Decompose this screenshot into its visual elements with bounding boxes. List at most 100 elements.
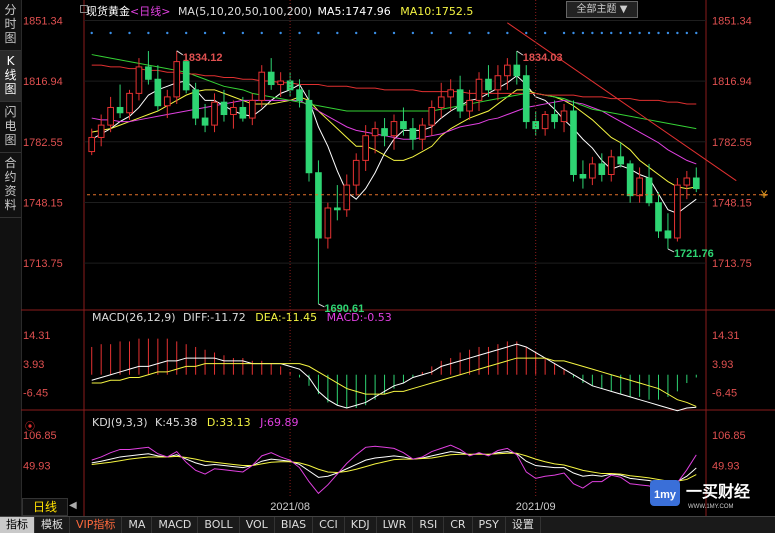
main-legend: 现货黄金<日线> MA(5,10,20,50,100,200) MA5:1747… bbox=[86, 3, 473, 19]
event-dot bbox=[184, 31, 188, 35]
price-tick-right-4: 1713.75 bbox=[712, 258, 752, 270]
bottom-tab-1[interactable]: 模板 bbox=[35, 517, 70, 533]
candle-body bbox=[475, 78, 483, 101]
kdj-tick-left-1: 49.93 bbox=[23, 461, 51, 473]
event-dot bbox=[543, 31, 547, 35]
ma-line-ma100 bbox=[91, 64, 697, 105]
candle-body bbox=[522, 75, 530, 123]
indicator-settings-icon[interactable]: ⦿ bbox=[25, 418, 35, 433]
candle-body bbox=[145, 66, 152, 80]
event-dot bbox=[572, 31, 575, 35]
candle-body bbox=[589, 163, 596, 179]
event-dot bbox=[638, 31, 641, 35]
theme-label: 全部主题 bbox=[576, 4, 617, 15]
candle-body bbox=[324, 207, 332, 239]
event-dot bbox=[147, 31, 150, 35]
kdj-label: KDJ(9,3,3) bbox=[92, 416, 148, 429]
price-tick-right-2: 1782.55 bbox=[712, 137, 752, 149]
event-dot bbox=[411, 31, 415, 35]
macd-tick-left-1: 3.93 bbox=[23, 359, 44, 371]
bottom-tab-9[interactable]: KDJ bbox=[345, 517, 377, 533]
bottom-tab-6[interactable]: VOL bbox=[240, 517, 275, 533]
candle-body bbox=[674, 184, 681, 239]
bottom-tab-13[interactable]: PSY bbox=[473, 517, 506, 533]
macd-tick-left-2: -6.45 bbox=[23, 388, 48, 400]
price-annotation-0: 1834.12 bbox=[183, 52, 223, 64]
candle-body bbox=[192, 89, 199, 119]
theme-dropdown[interactable]: 全部主题 ▼ bbox=[566, 1, 638, 18]
candle-body bbox=[182, 61, 190, 91]
candle-body bbox=[579, 173, 587, 179]
candle-body bbox=[494, 75, 502, 91]
candle-body bbox=[617, 156, 625, 165]
candle-body bbox=[173, 61, 181, 98]
kdj-tick-right-1: 49.93 bbox=[712, 461, 740, 473]
candle-body bbox=[126, 92, 133, 114]
kdj-j-line bbox=[91, 444, 697, 495]
macd-tick-right-2: -6.45 bbox=[712, 388, 737, 400]
event-dot bbox=[336, 31, 339, 35]
candle-body bbox=[437, 96, 445, 108]
candle-body bbox=[607, 156, 615, 175]
event-dot bbox=[430, 31, 433, 35]
macd-tick-right-0: 14.31 bbox=[712, 330, 740, 342]
sidebar-tab-2[interactable]: 闪 电 图 bbox=[0, 102, 21, 153]
event-dot bbox=[392, 31, 396, 35]
event-dot bbox=[591, 31, 594, 35]
bottom-tab-5[interactable]: BOLL bbox=[198, 517, 240, 533]
event-dot bbox=[676, 31, 679, 35]
candle-body bbox=[267, 71, 275, 86]
bottom-tab-2[interactable]: VIP指标 bbox=[70, 517, 123, 533]
price-annotation-1: 1834.03 bbox=[523, 52, 563, 64]
bottom-tab-12[interactable]: CR bbox=[444, 517, 473, 533]
macd-tick-right-1: 3.93 bbox=[712, 359, 733, 371]
period-label[interactable]: 日线 bbox=[22, 498, 68, 516]
macd-label: MACD(26,12,9) bbox=[92, 311, 176, 324]
event-dot bbox=[90, 31, 93, 35]
candle-body bbox=[626, 163, 634, 197]
bottom-tab-14[interactable]: 设置 bbox=[506, 517, 541, 533]
macd-diff: DIFF:-11.72 bbox=[183, 311, 246, 324]
candle-body bbox=[400, 121, 407, 130]
candle-body bbox=[239, 106, 247, 119]
price-tick-right-3: 1748.15 bbox=[712, 197, 752, 209]
bottom-tab-11[interactable]: RSI bbox=[413, 517, 445, 533]
bottom-tab-8[interactable]: CCI bbox=[313, 517, 345, 533]
candle-body bbox=[97, 124, 105, 138]
candle-body bbox=[371, 128, 379, 137]
candle-body bbox=[286, 80, 294, 91]
candle-body bbox=[201, 117, 209, 126]
event-dot bbox=[203, 31, 207, 35]
logo-url: WWW.1MY.COM bbox=[688, 504, 734, 510]
kdj-legend: KDJ(9,3,3) K:45.38 D:33.13 J:69.89 bbox=[92, 416, 299, 429]
bottom-tab-4[interactable]: MACD bbox=[152, 517, 199, 533]
candle-body bbox=[107, 106, 114, 126]
candle-body bbox=[560, 110, 568, 123]
period-indicator[interactable]: <日线> bbox=[130, 5, 170, 18]
sidebar-tab-0[interactable]: 分 时 图 bbox=[0, 0, 21, 51]
bottom-tab-0[interactable]: 指标 bbox=[0, 517, 35, 533]
candle-body bbox=[598, 163, 606, 175]
event-dot bbox=[109, 31, 112, 35]
candle-body bbox=[343, 184, 351, 211]
event-dot bbox=[317, 31, 320, 35]
event-dot bbox=[298, 31, 301, 35]
event-dot bbox=[260, 31, 263, 35]
bottom-tabbar: 指标 模板 VIP指标 MA MACD BOLL VOL BIAS CCI KDJ LWR RSI CR… bbox=[0, 516, 775, 533]
event-dot bbox=[525, 31, 528, 35]
event-dot bbox=[166, 31, 169, 35]
event-dot bbox=[468, 31, 471, 35]
bottom-tab-3[interactable]: MA bbox=[122, 517, 153, 533]
sidebar-tab-1[interactable]: K 线 图 bbox=[0, 51, 21, 102]
sidebar-tab-3[interactable]: 合 约 资 料 bbox=[0, 153, 21, 218]
scroll-left-icon[interactable]: ◀ bbox=[69, 500, 77, 511]
candle-body bbox=[277, 80, 284, 86]
candle-body bbox=[135, 66, 143, 94]
bottom-tab-10[interactable]: LWR bbox=[377, 517, 414, 533]
price-tick-right-1: 1816.94 bbox=[712, 76, 752, 88]
candle-body bbox=[541, 114, 549, 130]
ma-settings-icon[interactable] bbox=[80, 5, 88, 13]
ma-label: MA(5,10,20,50,100,200) bbox=[177, 5, 312, 18]
bottom-tab-7[interactable]: BIAS bbox=[275, 517, 314, 533]
event-dot bbox=[241, 31, 245, 35]
